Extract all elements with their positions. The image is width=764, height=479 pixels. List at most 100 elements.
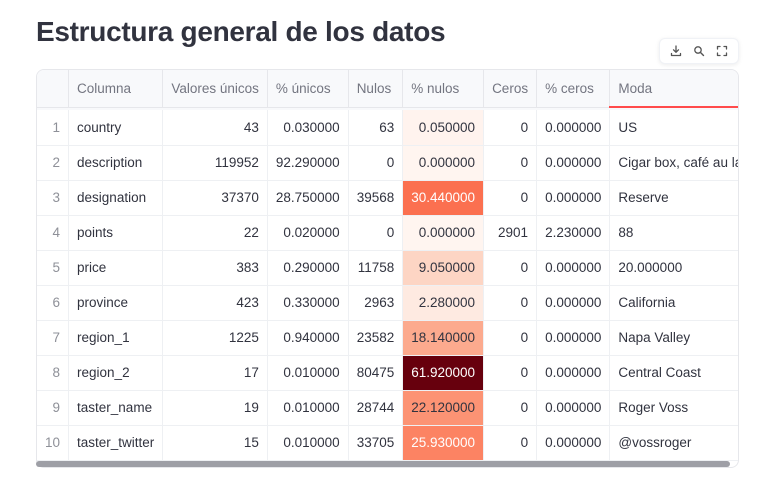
- unique-values-cell[interactable]: 19: [162, 390, 268, 426]
- row-index[interactable]: 10: [37, 425, 70, 461]
- table-row[interactable]: 1 country 43 0.030000 63 0.050000 0 0.000000 US: [37, 110, 738, 146]
- nulls-cell[interactable]: 11758: [348, 250, 404, 286]
- column-name-cell[interactable]: description: [68, 145, 164, 181]
- pct-nulls-cell[interactable]: 9.050000: [402, 250, 485, 286]
- mode-cell[interactable]: @vossroger: [609, 425, 738, 461]
- column-name-cell[interactable]: designation: [68, 180, 164, 216]
- mode-cell[interactable]: California: [609, 285, 738, 321]
- column-name-cell[interactable]: province: [68, 285, 164, 321]
- column-name-cell[interactable]: taster_name: [68, 390, 164, 426]
- nulls-cell[interactable]: 33705: [348, 425, 404, 461]
- pct-zeros-cell[interactable]: 0.000000: [536, 355, 611, 391]
- column-header[interactable]: Ceros: [483, 70, 538, 108]
- row-index[interactable]: 4: [37, 215, 70, 251]
- pct-zeros-cell[interactable]: 0.000000: [536, 390, 611, 426]
- zeros-cell[interactable]: 0: [483, 355, 538, 391]
- horizontal-scrollbar[interactable]: [36, 461, 730, 467]
- pct-zeros-cell[interactable]: 0.000000: [536, 250, 611, 286]
- table-row[interactable]: 4 points 22 0.020000 0 0.000000 2901 2.230000 88: [37, 215, 738, 251]
- unique-values-cell[interactable]: 37370: [162, 180, 268, 216]
- unique-values-cell[interactable]: 423: [162, 285, 268, 321]
- nulls-cell[interactable]: 80475: [348, 355, 404, 391]
- mode-cell[interactable]: Napa Valley: [609, 320, 738, 356]
- column-header[interactable]: Valores únicos: [162, 70, 268, 108]
- table-row[interactable]: 7 region_1 1225 0.940000 23582 18.140000 0 0.00…: [37, 320, 738, 356]
- zeros-cell[interactable]: 0: [483, 110, 538, 146]
- zeros-cell[interactable]: 0: [483, 180, 538, 216]
- column-header[interactable]: % ceros: [536, 70, 611, 108]
- row-index[interactable]: 3: [37, 180, 70, 216]
- table-row[interactable]: 3 designation 37370 28.750000 39568 30.440000…: [37, 180, 738, 216]
- nulls-cell[interactable]: 63: [348, 110, 404, 146]
- row-index[interactable]: 9: [37, 390, 70, 426]
- nulls-cell[interactable]: 2963: [348, 285, 404, 321]
- pct-unique-cell[interactable]: 28.750000: [267, 180, 349, 216]
- nulls-cell[interactable]: 39568: [348, 180, 404, 216]
- download-icon[interactable]: [666, 41, 686, 61]
- pct-nulls-cell[interactable]: 61.920000: [402, 355, 485, 391]
- table-row[interactable]: 8 region_2 17 0.010000 80475 61.920000 0 0.0000…: [37, 355, 738, 391]
- unique-values-cell[interactable]: 43: [162, 110, 268, 146]
- nulls-cell[interactable]: 0: [348, 215, 404, 251]
- row-index[interactable]: 5: [37, 250, 70, 286]
- pct-nulls-cell[interactable]: 0.050000: [402, 110, 485, 146]
- table-row[interactable]: 5 price 383 0.290000 11758 9.050000 0 0.000000 2…: [37, 250, 738, 286]
- pct-nulls-cell[interactable]: 25.930000: [402, 425, 485, 461]
- column-name-cell[interactable]: price: [68, 250, 164, 286]
- zeros-cell[interactable]: 0: [483, 425, 538, 461]
- pct-unique-cell[interactable]: 0.290000: [267, 250, 349, 286]
- pct-nulls-cell[interactable]: 0.000000: [402, 145, 485, 181]
- zeros-cell[interactable]: 0: [483, 320, 538, 356]
- column-header[interactable]: % únicos: [267, 70, 349, 108]
- table-row[interactable]: 9 taster_name 19 0.010000 28744 22.120000 0 0.0…: [37, 390, 738, 426]
- mode-cell[interactable]: Roger Voss: [609, 390, 738, 426]
- unique-values-cell[interactable]: 383: [162, 250, 268, 286]
- column-header-selected[interactable]: Moda: [609, 70, 738, 108]
- column-name-cell[interactable]: region_2: [68, 355, 164, 391]
- row-index[interactable]: 1: [37, 110, 70, 146]
- fullscreen-icon[interactable]: [712, 41, 732, 61]
- zeros-cell[interactable]: 0: [483, 250, 538, 286]
- pct-zeros-cell[interactable]: 2.230000: [536, 215, 611, 251]
- zeros-cell[interactable]: 0: [483, 285, 538, 321]
- nulls-cell[interactable]: 28744: [348, 390, 404, 426]
- pct-zeros-cell[interactable]: 0.000000: [536, 110, 611, 146]
- column-header[interactable]: Nulos: [348, 70, 404, 108]
- pct-unique-cell[interactable]: 0.330000: [267, 285, 349, 321]
- pct-nulls-cell[interactable]: 0.000000: [402, 215, 485, 251]
- mode-cell[interactable]: 20.000000: [609, 250, 738, 286]
- mode-cell[interactable]: Reserve: [609, 180, 738, 216]
- column-name-cell[interactable]: country: [68, 110, 164, 146]
- mode-cell[interactable]: Central Coast: [609, 355, 738, 391]
- data-grid[interactable]: Columna Valores únicos % únicos Nulos % …: [36, 69, 739, 468]
- zeros-cell[interactable]: 0: [483, 390, 538, 426]
- mode-cell[interactable]: US: [609, 110, 738, 146]
- row-index[interactable]: 6: [37, 285, 70, 321]
- pct-unique-cell[interactable]: 0.020000: [267, 215, 349, 251]
- table-row[interactable]: 6 province 423 0.330000 2963 2.280000 0 0.00000…: [37, 285, 738, 321]
- unique-values-cell[interactable]: 119952: [162, 145, 268, 181]
- unique-values-cell[interactable]: 22: [162, 215, 268, 251]
- pct-unique-cell[interactable]: 0.010000: [267, 390, 349, 426]
- pct-zeros-cell[interactable]: 0.000000: [536, 425, 611, 461]
- pct-nulls-cell[interactable]: 18.140000: [402, 320, 485, 356]
- table-row[interactable]: 10 taster_twitter 15 0.010000 33705 25.930000…: [37, 425, 738, 461]
- pct-zeros-cell[interactable]: 0.000000: [536, 320, 611, 356]
- column-name-cell[interactable]: taster_twitter: [68, 425, 164, 461]
- pct-unique-cell[interactable]: 92.290000: [267, 145, 349, 181]
- pct-nulls-cell[interactable]: 30.440000: [402, 180, 485, 216]
- column-header[interactable]: Columna: [68, 70, 164, 108]
- pct-zeros-cell[interactable]: 0.000000: [536, 180, 611, 216]
- column-name-cell[interactable]: points: [68, 215, 164, 251]
- pct-nulls-cell[interactable]: 22.120000: [402, 390, 485, 426]
- pct-unique-cell[interactable]: 0.030000: [267, 110, 349, 146]
- table-row[interactable]: 2 description 119952 92.290000 0 0.000000 0 0.0…: [37, 145, 738, 181]
- pct-zeros-cell[interactable]: 0.000000: [536, 285, 611, 321]
- row-index[interactable]: 8: [37, 355, 70, 391]
- unique-values-cell[interactable]: 15: [162, 425, 268, 461]
- row-index[interactable]: 2: [37, 145, 70, 181]
- unique-values-cell[interactable]: 17: [162, 355, 268, 391]
- unique-values-cell[interactable]: 1225: [162, 320, 268, 356]
- row-index[interactable]: 7: [37, 320, 70, 356]
- mode-cell[interactable]: 88: [609, 215, 738, 251]
